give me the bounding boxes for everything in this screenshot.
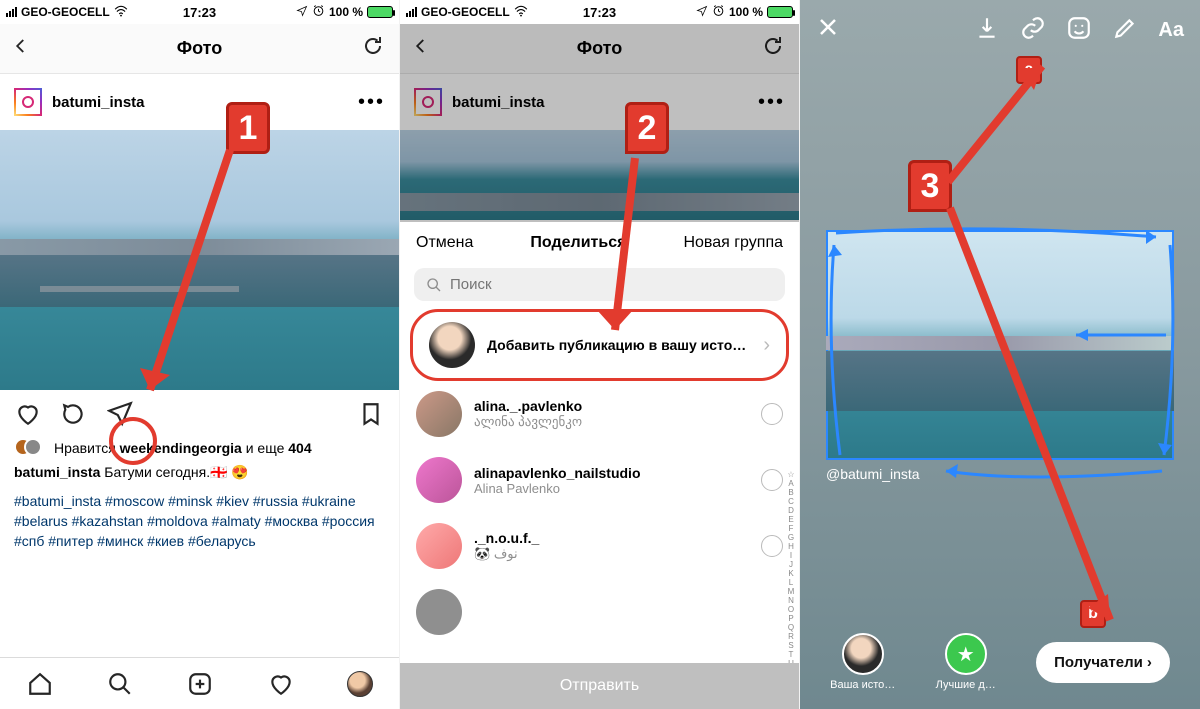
status-bar: GEO-GEOCELL 17:23 100 % <box>0 0 399 24</box>
status-bar: GEO-GEOCELL 17:23 100 % <box>400 0 799 24</box>
nav-header: Фото <box>0 24 399 74</box>
story-bottom-bar: Ваша исто… ★ Лучшие д… Получатели › <box>800 633 1200 691</box>
az-index[interactable]: ☆ABCDEFGHIJKLMNOPQRSTUVWXYZ# <box>785 470 797 649</box>
annotation-circle-share-icon <box>109 417 157 465</box>
recipients-label: Получатели <box>1054 654 1143 671</box>
tab-profile-avatar[interactable] <box>347 671 373 697</box>
add-to-story-row[interactable]: Добавить публикацию в вашу исто… › <box>410 309 789 381</box>
contact-name: alinapavlenko_nailstudio <box>474 465 749 481</box>
liker-avatars[interactable] <box>14 438 48 458</box>
download-icon[interactable] <box>974 15 1000 46</box>
post-actions <box>0 390 399 438</box>
location-arrow-icon <box>696 5 708 20</box>
sticker-icon[interactable] <box>1066 15 1092 46</box>
contact-avatar <box>416 589 462 635</box>
your-story-avatar <box>842 633 884 675</box>
contact-radio[interactable] <box>761 403 783 425</box>
tab-home-icon[interactable] <box>26 670 54 698</box>
post-hashtags[interactable]: #batumi_insta #moscow #minsk #kiev #russ… <box>14 491 385 552</box>
battery-icon <box>367 6 393 18</box>
story-toolbar: Aa <box>800 0 1200 60</box>
screen-2-share-sheet: GEO-GEOCELL 17:23 100 % Фото batumi_inst… <box>400 0 800 709</box>
nav-title: Фото <box>177 38 222 59</box>
recipients-button[interactable]: Получатели › <box>1036 642 1170 683</box>
shared-post-preview[interactable]: @batumi_insta <box>826 230 1174 482</box>
contact-avatar <box>416 457 462 503</box>
post-image[interactable] <box>0 130 399 390</box>
likes-text[interactable]: Нравится weekendingeorgia и еще 404 <box>54 438 312 458</box>
share-new-group[interactable]: Новая группа <box>683 234 783 252</box>
contact-sub: Alina Pavlenko <box>474 481 749 496</box>
best-friends-icon: ★ <box>945 633 987 675</box>
dest-your-story[interactable]: Ваша исто… <box>830 633 895 691</box>
shared-post-image <box>826 230 1174 460</box>
bookmark-icon[interactable] <box>357 400 385 428</box>
add-to-story-label: Добавить публикацию в вашу исто… <box>487 337 751 353</box>
post-caption: batumi_insta Батуми сегодня.🇬🇪 😍 <box>14 462 385 482</box>
battery-icon <box>767 6 793 18</box>
send-button[interactable]: Отправить <box>400 663 799 709</box>
text-aa-icon[interactable]: Aa <box>1158 19 1184 42</box>
share-cancel[interactable]: Отмена <box>416 234 473 252</box>
alarm-icon <box>712 4 725 20</box>
battery-pct: 100 % <box>729 5 763 19</box>
draw-pencil-icon[interactable] <box>1112 15 1138 46</box>
contact-name: alina._.pavlenko <box>474 398 749 414</box>
signal-icon <box>6 7 17 17</box>
tab-activity-icon[interactable] <box>267 670 295 698</box>
screen-3-story-editor: Aa @batumi_insta Ваша исто… ★ Лучшие д… … <box>800 0 1200 709</box>
share-sheet: Отмена Поделиться Новая группа Добавить … <box>400 222 799 709</box>
more-dots-icon[interactable]: ••• <box>358 91 385 114</box>
wifi-icon <box>114 5 128 20</box>
comment-bubble-icon[interactable] <box>60 400 88 428</box>
carrier-label: GEO-GEOCELL <box>21 5 110 19</box>
tab-search-icon[interactable] <box>106 670 134 698</box>
clock-label: 17:23 <box>183 5 216 20</box>
contact-row[interactable]: alinapavlenko_nailstudioAlina Pavlenko <box>400 447 799 513</box>
carrier-label: GEO-GEOCELL <box>421 5 510 19</box>
clock-label: 17:23 <box>583 5 616 20</box>
user-avatar <box>429 322 475 368</box>
contact-radio[interactable] <box>761 535 783 557</box>
share-title: Поделиться <box>530 234 626 252</box>
post-meta: Нравится weekendingeorgia и еще 404 batu… <box>0 438 399 561</box>
dest-best-friends[interactable]: ★ Лучшие д… <box>936 633 996 691</box>
reload-icon[interactable] <box>361 34 385 64</box>
chevron-right-icon: › <box>1147 654 1152 671</box>
bottom-tab-bar <box>0 657 399 709</box>
contact-avatar <box>416 391 462 437</box>
contact-avatar <box>416 523 462 569</box>
share-search-input[interactable] <box>450 276 773 293</box>
instagram-icon <box>14 88 42 116</box>
shared-post-user: @batumi_insta <box>826 466 1174 482</box>
like-heart-icon[interactable] <box>14 400 42 428</box>
chevron-right-icon: › <box>763 334 770 357</box>
contact-radio[interactable] <box>761 469 783 491</box>
search-icon <box>426 277 442 293</box>
post-username[interactable]: batumi_insta <box>52 94 145 111</box>
signal-icon <box>406 7 417 17</box>
screen-1-feed: GEO-GEOCELL 17:23 100 % Фото batumi_in <box>0 0 400 709</box>
back-chevron-icon[interactable] <box>12 33 30 64</box>
contact-sub: ალინა პავლენკო <box>474 414 749 430</box>
best-friends-label: Лучшие д… <box>936 679 996 691</box>
close-icon[interactable] <box>816 14 840 46</box>
location-arrow-icon <box>296 5 308 20</box>
alarm-icon <box>312 4 325 20</box>
contact-row[interactable]: alina._.pavlenkoალინა პავლენკო <box>400 381 799 447</box>
battery-pct: 100 % <box>329 5 363 19</box>
your-story-label: Ваша исто… <box>830 679 895 691</box>
contact-sub: 🐼 نوف <box>474 546 749 562</box>
contact-row[interactable] <box>400 579 799 645</box>
tab-new-post-icon[interactable] <box>186 670 214 698</box>
link-icon[interactable] <box>1020 15 1046 46</box>
post-header: batumi_insta ••• <box>0 74 399 130</box>
contact-row[interactable]: ._n.o.u.f._🐼 نوف <box>400 513 799 579</box>
contact-name: ._n.o.u.f._ <box>474 530 749 546</box>
share-search[interactable] <box>414 268 785 301</box>
wifi-icon <box>514 5 528 20</box>
